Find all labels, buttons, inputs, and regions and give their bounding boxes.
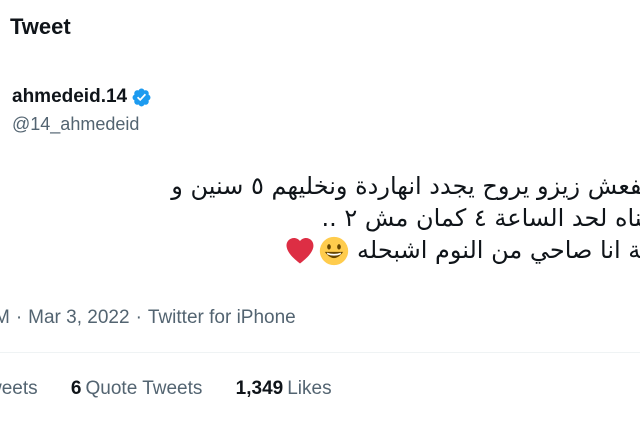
tweet-text-line: ينفعش زيزو يروح يجدد انهاردة ونخليهم ٥ س… [171,172,640,200]
red-heart-icon [285,236,315,266]
tweet-text-line: تتناه لحد الساعة ٤ كمان مش ٢ .. [321,204,640,232]
tweet-author[interactable]: ahmedeid.14 @14_ahmedeid [12,86,152,135]
verified-badge-icon [131,87,152,108]
divider [0,352,640,353]
emoji-row [285,236,349,266]
quote-tweets-stat[interactable]: 6 Quote Tweets [71,378,202,399]
retweets-label: weets [0,378,38,399]
author-handle[interactable]: @14_ahmedeid [12,114,152,135]
tweet-text: ينفعش زيزو يروح يجدد انهاردة ونخليهم ٥ س… [0,170,640,266]
grinning-face-icon [319,236,349,266]
tweet-text-fragment: حة انا صاحي من النوم اشبحله [357,236,640,264]
likes-stat[interactable]: 1,349 Likes [236,378,332,399]
likes-count: 1,349 [235,378,284,399]
retweets-stat[interactable]: weets [0,378,38,399]
tweet-date[interactable]: Mar 3, 2022 [28,307,129,328]
quote-tweets-label: Quote Tweets [85,378,203,399]
likes-label: Likes [287,378,332,399]
tweet-text-line-with-emoji: حة انا صاحي من النوم اشبحله [0,234,640,266]
quote-tweets-count: 6 [70,378,82,399]
meta-separator: · [135,307,142,328]
tweet-page: Tweet ahmedeid.14 @14_ahmedeid ينفعش زيز… [0,0,640,427]
page-title: Tweet [10,14,71,39]
tweet-source[interactable]: Twitter for iPhone [148,307,296,328]
author-display-name[interactable]: ahmedeid.14 [12,86,127,108]
tweet-stats: weets 6Quote Tweets 1,349Likes [0,378,360,400]
tweet-time: M [0,307,10,328]
tweet-meta: M · Mar 3, 2022 · Twitter for iPhone [0,307,296,329]
author-name-row: ahmedeid.14 [12,86,152,108]
meta-separator: · [15,307,23,328]
